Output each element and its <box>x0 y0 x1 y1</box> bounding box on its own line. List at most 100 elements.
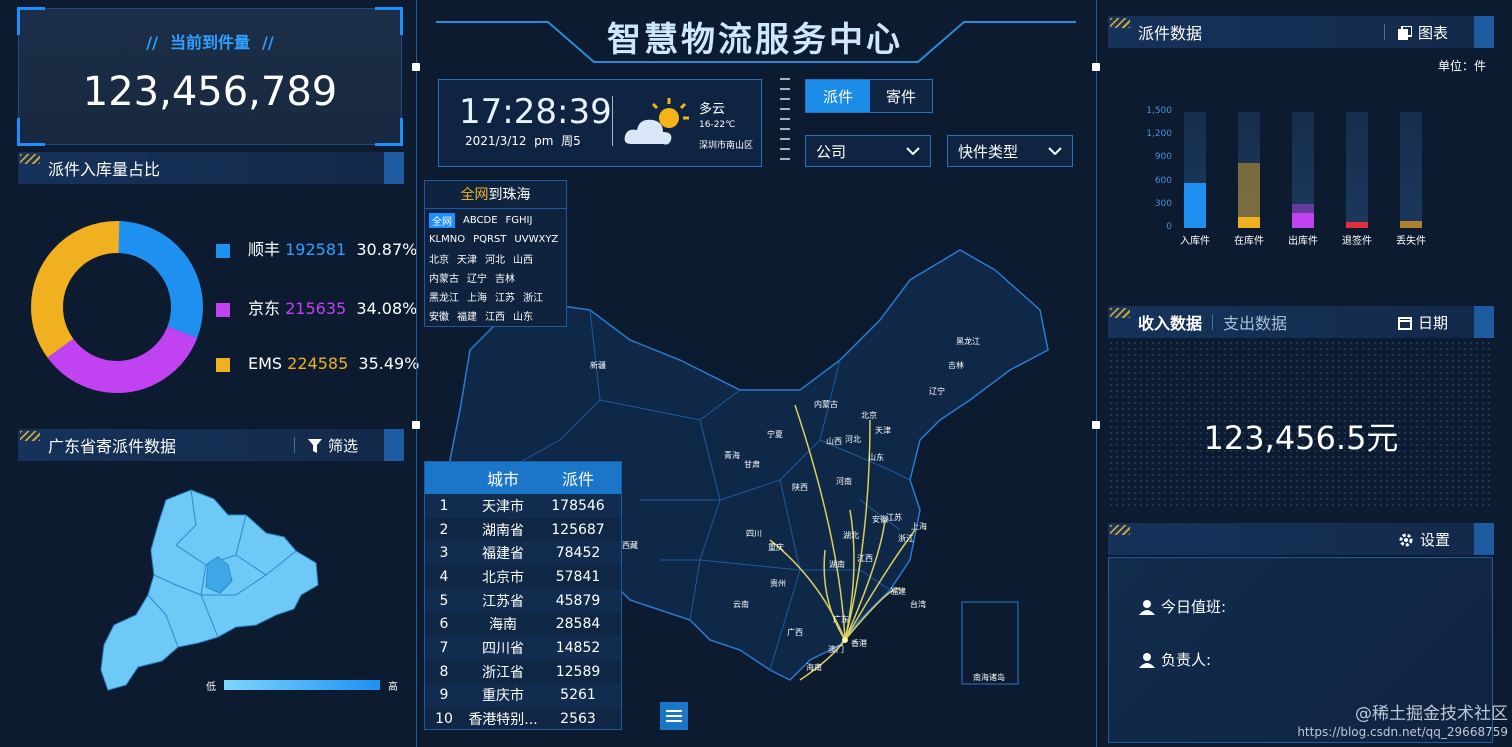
current-count-panel: //当前到件量// 123,456,789 <box>17 7 403 146</box>
region-filter-row: 北京 天津 河北 山西 <box>429 249 562 268</box>
region-option[interactable]: 内蒙古 <box>429 270 459 285</box>
bar[interactable] <box>1238 217 1260 228</box>
tab-income[interactable]: 收入数据 <box>1138 310 1202 334</box>
guangdong-map[interactable] <box>96 485 326 695</box>
clock-panel: 17:28:39 2021/3/12 pm 周5 多云 16-22℃ 深圳市南山… <box>438 79 762 167</box>
map-label: 广西 <box>787 628 803 637</box>
region-option[interactable]: ABCDE <box>463 215 498 226</box>
tab-receive[interactable]: 寄件 <box>870 80 932 112</box>
count-cell: 12589 <box>555 663 601 680</box>
table-row[interactable]: 7 四川省 14852 <box>425 636 621 660</box>
region-option[interactable]: 吉林 <box>495 270 515 285</box>
map-label: 湖南 <box>829 560 845 569</box>
region-option[interactable]: 山东 <box>513 308 533 323</box>
x-tick-label: 丢失件 <box>1396 236 1426 247</box>
table-row[interactable]: 3 福建省 78452 <box>425 541 621 566</box>
region-option[interactable]: 辽宁 <box>467 270 487 285</box>
rank-cell: 6 <box>439 616 449 633</box>
table-row[interactable]: 9 重庆市 5261 <box>425 683 621 708</box>
donut-chart <box>31 221 203 393</box>
map-label: 南海诸岛 <box>973 673 1005 682</box>
settings-panel-title: 设置 <box>1108 523 1494 555</box>
table-row[interactable]: 2 湖南省 125687 <box>425 518 621 542</box>
city-cell: 江苏省 <box>482 593 524 610</box>
region-option[interactable]: 上海 <box>467 289 487 304</box>
table-row[interactable]: 10 香港特别... 2563 <box>425 707 621 731</box>
bar[interactable] <box>1292 212 1314 228</box>
map-legend-low: 低 <box>206 682 216 693</box>
guangdong-panel-title: 广东省寄派件数据 筛选 <box>18 429 404 461</box>
legend-item-sf: 顺丰 192581 30.87% <box>216 236 419 260</box>
map-label: 辽宁 <box>929 387 945 396</box>
menu-button[interactable] <box>660 702 688 730</box>
region-filter-row: KLMNO PQRST UVWXYZ <box>429 230 562 249</box>
region-option[interactable]: PQRST <box>473 234 506 245</box>
tab-send[interactable]: 派件 <box>806 80 870 112</box>
region-option[interactable]: 浙江 <box>523 289 543 304</box>
region-option[interactable]: UVWXYZ <box>514 234 558 245</box>
x-tick-label: 退签件 <box>1342 236 1372 247</box>
bar[interactable] <box>1346 221 1368 228</box>
express-type-select[interactable]: 快件类型 <box>947 135 1073 167</box>
user-icon <box>1139 599 1155 615</box>
filter-button[interactable]: 筛选 <box>308 435 358 456</box>
table-row[interactable]: 6 海南 28584 <box>425 612 621 636</box>
clock-time: 17:28:39 <box>459 92 612 132</box>
region-option[interactable]: 河北 <box>485 251 505 266</box>
funnel-icon <box>308 438 322 453</box>
date-button[interactable]: 日期 <box>1398 312 1448 333</box>
region-option[interactable]: 天津 <box>457 251 477 266</box>
region-option[interactable]: KLMNO <box>429 234 465 245</box>
map-legend-gradient <box>224 680 380 690</box>
bar-track <box>1400 112 1422 228</box>
map-label: 贵州 <box>770 579 786 588</box>
map-label: 云南 <box>733 600 749 609</box>
settings-button[interactable]: 设置 <box>1398 529 1450 550</box>
watermark: @稀土掘金技术社区 https://blog.csdn.net/qq_29668… <box>1297 704 1508 739</box>
weather-text: 多云 <box>699 102 726 117</box>
table-row[interactable]: 4 北京市 57841 <box>425 565 621 589</box>
tab-group: 派件 寄件 <box>805 79 933 113</box>
region-option[interactable]: 北京 <box>429 251 449 266</box>
parcel-panel-title: 派件数据 图表 <box>1108 16 1494 48</box>
bar[interactable] <box>1184 183 1206 228</box>
rank-cell: 8 <box>439 663 449 680</box>
map-label: 四川 <box>746 529 762 538</box>
pie-panel-title: 派件入库量占比 <box>18 152 404 184</box>
region-option[interactable]: FGHIJ <box>506 215 533 226</box>
map-label: 黑龙江 <box>956 337 980 346</box>
table-row[interactable]: 5 江苏省 45879 <box>425 588 621 613</box>
chevron-down-icon <box>1048 147 1062 155</box>
temperature: 16-22℃ <box>699 120 736 130</box>
region-option[interactable]: 江西 <box>485 308 505 323</box>
count-cell: 28584 <box>555 616 601 633</box>
region-option[interactable]: 江苏 <box>495 289 515 304</box>
current-count-value: 123,456,789 <box>82 69 338 115</box>
city-cell: 重庆市 <box>482 688 524 705</box>
city-cell: 四川省 <box>482 640 524 657</box>
map-label: 甘肃 <box>744 460 760 469</box>
tab-expense[interactable]: 支出数据 <box>1223 310 1287 334</box>
region-option[interactable]: 安徽 <box>429 308 449 323</box>
y-tick-label: 1,200 <box>1146 129 1172 140</box>
chart-toggle-button[interactable]: 图表 <box>1398 22 1448 43</box>
region-option[interactable]: 福建 <box>457 308 477 323</box>
y-tick-label: 300 <box>1154 198 1172 209</box>
map-label: 浙江 <box>898 534 914 543</box>
count-cell: 178546 <box>551 497 605 514</box>
region-option[interactable]: 全网 <box>429 213 455 228</box>
bar[interactable] <box>1400 221 1422 228</box>
table-row[interactable]: 1 天津市 178546 <box>425 494 621 518</box>
map-label: 内蒙古 <box>814 400 838 409</box>
rank-cell: 5 <box>439 592 449 609</box>
company-select[interactable]: 公司 <box>805 135 931 167</box>
region-option[interactable]: 山西 <box>513 251 533 266</box>
region-option[interactable]: 黑龙江 <box>429 289 459 304</box>
current-count-label: //当前到件量// <box>146 33 274 52</box>
duty-row: 今日值班: <box>1139 596 1226 617</box>
map-label: 河北 <box>845 435 861 444</box>
table-row[interactable]: 8 浙江省 12589 <box>425 660 621 684</box>
divider-left <box>416 0 417 747</box>
partly-cloudy-icon <box>624 98 689 145</box>
map-label: 天津 <box>875 426 891 435</box>
